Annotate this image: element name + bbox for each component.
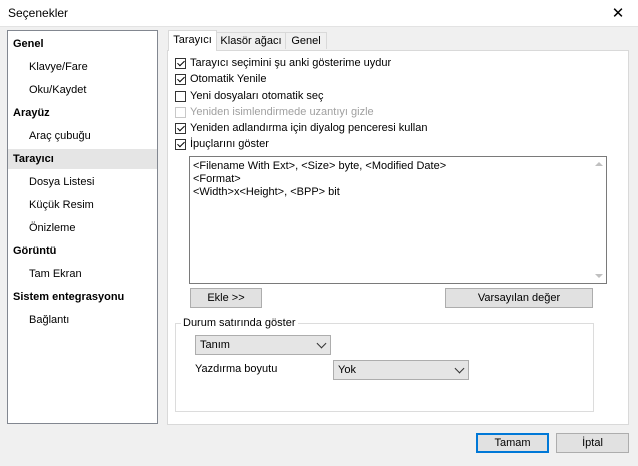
checkbox[interactable] <box>175 73 186 85</box>
checkbox <box>175 106 186 118</box>
sidebar-item-kucuk-resim[interactable]: Küçük Resim <box>8 195 157 215</box>
select-value: Yok <box>338 364 356 376</box>
checkbox[interactable] <box>175 138 186 150</box>
checkbox[interactable] <box>175 122 186 134</box>
sidebar-item-genel[interactable]: Genel <box>8 34 157 54</box>
option-auto-select-new[interactable]: Yeni dosyaları otomatik seç <box>175 88 324 104</box>
print-size-select[interactable]: Yok <box>333 360 469 380</box>
sidebar-item-tam-ekran[interactable]: Tam Ekran <box>8 264 157 284</box>
checkbox-label: Otomatik Yenile <box>190 73 267 85</box>
checkbox-label: Yeniden isimlendirmede uzantıyı gizle <box>190 106 374 118</box>
sidebar-item-baglanti[interactable]: Bağlantı <box>8 310 157 330</box>
format-line: <Format> <box>193 173 241 185</box>
groupbox-title: Durum satırında göster <box>181 317 298 330</box>
sidebar-item-onizleme[interactable]: Önizleme <box>8 218 157 238</box>
checkbox[interactable] <box>175 57 186 69</box>
cancel-button[interactable]: İptal <box>556 433 629 453</box>
tab-klasor-agaci[interactable]: Klasör ağacı <box>216 32 286 49</box>
select-value: Tanım <box>200 339 230 351</box>
statusbar-mode-select[interactable]: Tanım <box>195 335 331 355</box>
sidebar-item-sistem-entegrasyonu[interactable]: Sistem entegrasyonu <box>8 287 157 307</box>
option-sync-browser[interactable]: Tarayıcı seçimini şu anki gösterime uydu… <box>175 55 391 71</box>
sidebar-item-arac-cubugu[interactable]: Araç çubuğu <box>8 126 157 146</box>
add-button[interactable]: Ekle >> <box>190 288 262 308</box>
ok-button[interactable]: Tamam <box>476 433 549 453</box>
scroll-up-icon[interactable] <box>595 162 603 166</box>
option-hide-extension: Yeniden isimlendirmede uzantıyı gizle <box>175 104 374 120</box>
checkbox-label: Yeni dosyaları otomatik seç <box>190 90 324 102</box>
checkbox-label: Tarayıcı seçimini şu anki gösterime uydu… <box>190 57 392 69</box>
sidebar-item-goruntu[interactable]: Görüntü <box>8 241 157 261</box>
chevron-down-icon <box>316 338 327 349</box>
vertical-scrollbar[interactable] <box>591 157 606 283</box>
option-auto-refresh[interactable]: Otomatik Yenile <box>175 71 266 87</box>
checkbox[interactable] <box>175 90 186 102</box>
tooltip-format-textarea[interactable]: <Filename With Ext>, <Size> byte, <Modif… <box>189 156 607 284</box>
tab-genel[interactable]: Genel <box>285 32 327 49</box>
format-line: <Width>x<Height>, <BPP> bit <box>193 186 340 198</box>
sidebar-item-tarayici[interactable]: Tarayıcı <box>8 149 157 169</box>
tab-tarayici[interactable]: Tarayıcı <box>168 30 217 51</box>
close-icon[interactable]: ✕ <box>598 0 638 26</box>
sidebar-item-oku-kaydet[interactable]: Oku/Kaydet <box>8 80 157 100</box>
sidebar-item-dosya-listesi[interactable]: Dosya Listesi <box>8 172 157 192</box>
sidebar: Genel Klavye/Fare Oku/Kaydet Arayüz Araç… <box>7 30 158 424</box>
chevron-down-icon <box>454 363 465 374</box>
sidebar-item-arayuz[interactable]: Arayüz <box>8 103 157 123</box>
checkbox-label: Yeniden adlandırma için diyalog penceres… <box>190 122 428 134</box>
scroll-down-icon[interactable] <box>595 274 603 278</box>
print-size-label: Yazdırma boyutu <box>195 363 278 375</box>
option-show-tooltips[interactable]: İpuçlarını göster <box>175 136 269 152</box>
sidebar-item-klavye-fare[interactable]: Klavye/Fare <box>8 57 157 77</box>
default-value-button[interactable]: Varsayılan değer <box>445 288 593 308</box>
title-bar: Seçenekler ✕ <box>0 0 638 27</box>
option-rename-dialog[interactable]: Yeniden adlandırma için diyalog penceres… <box>175 120 427 136</box>
format-line: <Filename With Ext>, <Size> byte, <Modif… <box>193 160 447 172</box>
checkbox-label: İpuçlarını göster <box>190 138 269 150</box>
window-title: Seçenekler <box>8 6 69 20</box>
